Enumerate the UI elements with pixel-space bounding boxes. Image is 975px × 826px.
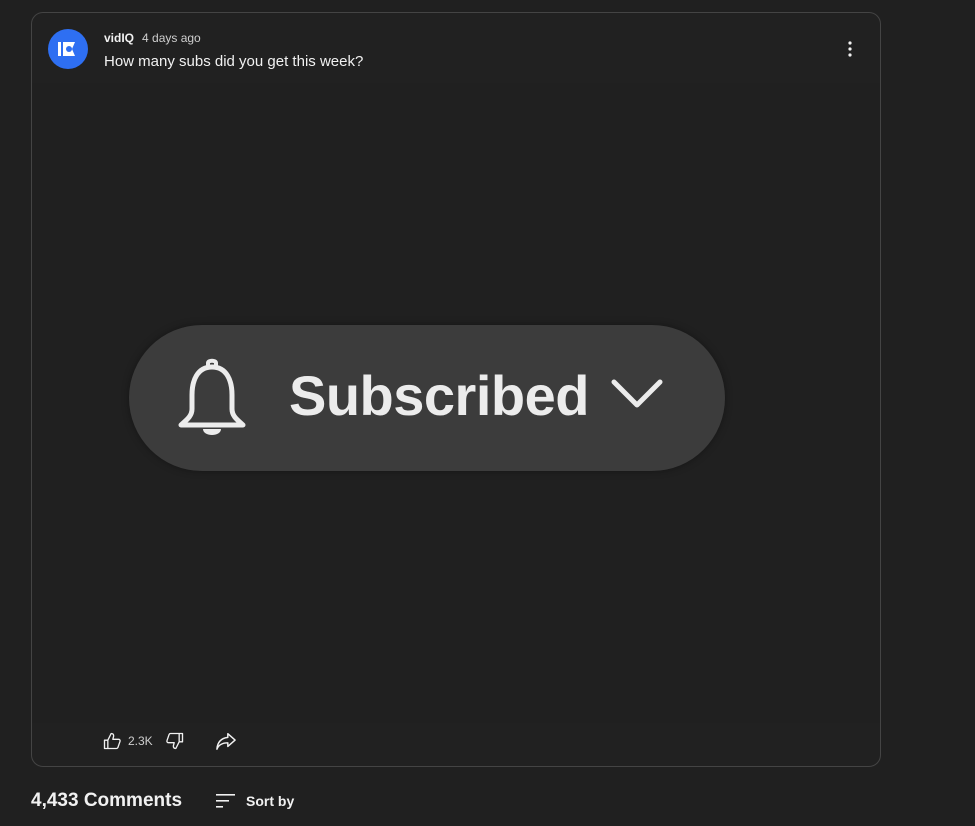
like-button[interactable]: 2.3K: [102, 731, 153, 751]
thumbs-down-icon: [165, 732, 183, 750]
subscribed-label: Subscribed: [289, 364, 589, 427]
like-count: 2.3K: [128, 734, 153, 748]
sort-icon: [216, 794, 236, 808]
post-text: How many subs did you get this week?: [104, 53, 364, 70]
author-name[interactable]: vidIQ: [104, 31, 134, 45]
vidiq-logo-icon: [58, 42, 75, 56]
more-vert-icon: [848, 41, 852, 57]
comment-count: 4,433 Comments: [31, 790, 183, 811]
subscribed-button-graphic: Subscribed: [129, 325, 725, 471]
dislike-button[interactable]: [165, 731, 185, 751]
post-time[interactable]: 4 days ago: [142, 31, 201, 45]
post-header: vidIQ 4 days ago: [104, 31, 201, 45]
post-actions: 2.3K: [102, 729, 237, 753]
share-button[interactable]: [215, 731, 237, 751]
post-image[interactable]: Subscribed: [32, 83, 880, 723]
thumbs-up-icon: [103, 732, 121, 750]
chevron-down-icon: [611, 379, 663, 408]
comments-header: 4,433 Comments Sort by: [31, 790, 294, 812]
sort-by-label: Sort by: [246, 793, 295, 809]
share-icon: [215, 733, 236, 750]
community-post: vidIQ 4 days ago How many subs did you g…: [31, 12, 881, 767]
more-options-button[interactable]: [840, 39, 860, 59]
bell-icon: [178, 358, 246, 435]
channel-avatar[interactable]: [48, 29, 88, 69]
sort-by-button[interactable]: Sort by: [216, 793, 294, 809]
